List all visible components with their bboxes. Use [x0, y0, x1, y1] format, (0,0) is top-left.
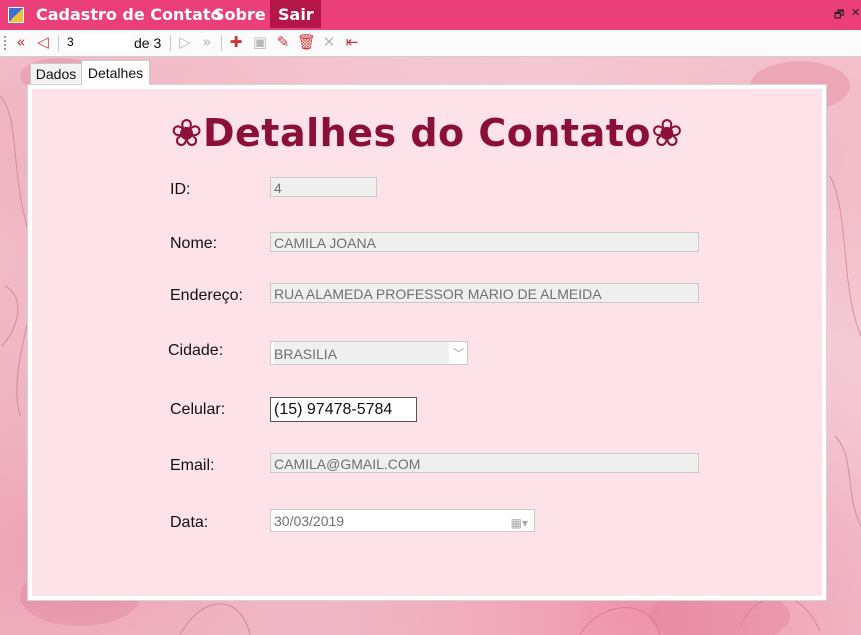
edit-icon[interactable]: ✎ — [274, 33, 292, 51]
tab-detalhes[interactable]: Detalhes — [81, 60, 150, 85]
cidade-value: BRASILIA — [274, 342, 449, 364]
menu-sair[interactable]: Sair — [270, 0, 321, 28]
calendar-icon[interactable]: ▦▾ — [511, 512, 528, 531]
data-label: Data: — [170, 514, 209, 531]
delete-icon[interactable]: 🗑 — [297, 33, 316, 51]
chevron-down-icon[interactable]: ﹀ — [453, 342, 464, 364]
add-icon[interactable]: ✚ — [227, 33, 245, 51]
endereco-label: Endereço: — [170, 287, 243, 304]
save-icon[interactable]: ▣ — [251, 33, 269, 51]
move-next-icon[interactable]: ▷ — [176, 33, 194, 51]
email-label: Email: — [170, 457, 215, 474]
tab-dados[interactable]: Dados — [30, 63, 82, 84]
cidade-label: Cidade: — [168, 342, 224, 359]
nome-label: Nome: — [170, 235, 218, 252]
binding-navigator-toolbar: « ◁ de 3 ▷ » ✚ ▣ ✎ 🗑 ✕ ⇤ — [0, 30, 861, 57]
details-panel-inner: ❀Detalhes do Contato❀ ID: 4 Nome: CAMILA… — [32, 89, 822, 596]
data-value: 30/03/2019 — [274, 513, 345, 529]
email-field[interactable]: CAMILA@GMAIL.COM — [270, 453, 699, 473]
menu-cadastro-de-contato[interactable]: Cadastro de Contato — [28, 0, 230, 28]
toolbar-grip[interactable] — [4, 36, 6, 50]
celular-field[interactable]: (15) 97478-5784 — [270, 397, 417, 422]
toolbar-separator — [58, 35, 59, 51]
nome-field[interactable]: CAMILA JOANA — [270, 232, 699, 252]
toolbar-separator — [170, 35, 171, 51]
id-field[interactable]: 4 — [270, 177, 377, 197]
exit-icon[interactable]: ⇤ — [343, 33, 361, 51]
cidade-select[interactable]: BRASILIA ﹀ — [270, 341, 468, 365]
move-last-icon[interactable]: » — [198, 33, 216, 51]
menu-sobre[interactable]: Sobre — [205, 0, 274, 28]
data-picker[interactable]: 30/03/2019 ▦▾ — [270, 509, 535, 532]
page-title: ❀Detalhes do Contato❀ — [170, 111, 684, 155]
position-input[interactable] — [65, 34, 131, 50]
celular-label: Celular: — [170, 401, 226, 418]
position-total: de 3 — [134, 35, 162, 51]
cancel-icon[interactable]: ✕ — [320, 33, 338, 51]
toolbar-separator — [221, 35, 222, 51]
move-first-icon[interactable]: « — [12, 33, 30, 51]
details-panel: ❀Detalhes do Contato❀ ID: 4 Nome: CAMILA… — [27, 84, 827, 601]
id-label: ID: — [170, 181, 191, 198]
menu-bar: Cadastro de Contato Sobre Sair 🗗 ✕ — [0, 0, 861, 30]
close-icon[interactable]: ✕ — [851, 6, 860, 19]
app-icon — [8, 7, 24, 23]
endereco-field[interactable]: RUA ALAMEDA PROFESSOR MARIO DE ALMEIDA — [270, 283, 699, 303]
restore-icon[interactable]: 🗗 — [834, 6, 844, 25]
move-previous-icon[interactable]: ◁ — [34, 33, 52, 51]
